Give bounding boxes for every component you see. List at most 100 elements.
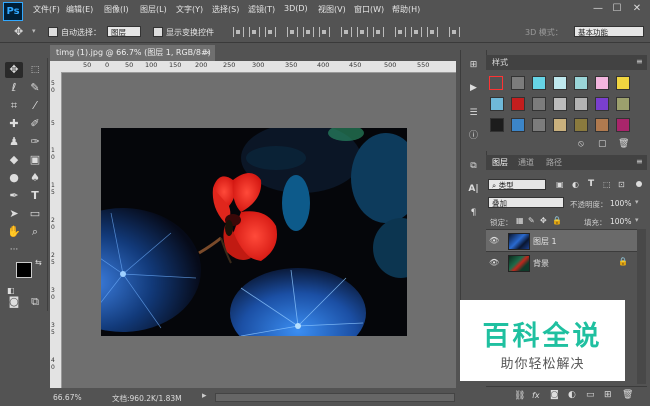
style-swatch[interactable] <box>595 97 609 111</box>
panel-menu-icon[interactable]: ≡ <box>636 157 643 166</box>
filter-pixel-icon[interactable]: ▣ <box>556 180 564 189</box>
folder-icon[interactable]: ▭ <box>586 390 595 400</box>
clear-style-icon[interactable]: ⦸ <box>578 139 584 149</box>
distribute-left-icon[interactable] <box>395 27 406 37</box>
tab-styles[interactable]: 样式 <box>492 56 508 69</box>
paragraph-panel-icon[interactable]: ¶ <box>467 207 480 220</box>
style-swatch[interactable] <box>532 76 546 90</box>
menu-layer[interactable]: 图层(L) <box>140 4 167 15</box>
tab-paths[interactable]: 路径 <box>546 156 562 169</box>
layer-name[interactable]: 图层 1 <box>533 236 557 247</box>
minimize-button[interactable]: — <box>591 2 605 16</box>
close-document-icon[interactable]: × <box>204 45 211 61</box>
close-window-button[interactable]: ✕ <box>630 2 644 16</box>
style-swatch[interactable] <box>616 118 630 132</box>
link-icon[interactable]: ⛓ <box>514 391 525 401</box>
horizontal-scrollbar[interactable] <box>215 393 455 402</box>
menu-3d[interactable]: 3D(D) <box>284 4 308 13</box>
align-bottom-icon[interactable] <box>265 27 276 37</box>
foreground-color-swatch[interactable] <box>16 262 32 278</box>
style-swatch[interactable] <box>490 118 504 132</box>
no-style-swatch[interactable] <box>489 76 503 90</box>
style-swatch[interactable] <box>616 76 630 90</box>
style-swatch[interactable] <box>532 118 546 132</box>
layer-name[interactable]: 背景 <box>533 258 549 269</box>
marquee-tool-icon[interactable]: ⬚ <box>26 62 44 78</box>
properties-panel-icon[interactable]: ☰ <box>467 107 480 120</box>
history-panel-icon[interactable]: ⊞ <box>467 59 480 72</box>
status-menu-icon[interactable]: ▸ <box>202 391 207 401</box>
rectangle-tool-icon[interactable]: ▭ <box>26 206 44 222</box>
delete-style-icon[interactable]: 🗑 <box>618 139 629 149</box>
style-swatch[interactable] <box>595 118 609 132</box>
layer-filter-dropdown[interactable]: ⌕ 类型 <box>488 179 546 190</box>
screen-mode-icon[interactable]: ⧉ <box>26 294 44 310</box>
maximize-button[interactable]: ☐ <box>610 2 624 16</box>
auto-select-dropdown[interactable]: 图层 <box>107 26 141 37</box>
style-swatch[interactable] <box>511 97 525 111</box>
mask-icon[interactable]: ◙ <box>550 390 559 400</box>
menu-help[interactable]: 帮助(H) <box>392 4 420 15</box>
style-swatch[interactable] <box>553 118 567 132</box>
workspace-dropdown[interactable]: 基本功能 <box>574 26 644 37</box>
quick-select-tool-icon[interactable]: ✎ <box>26 80 44 96</box>
filter-adjustment-icon[interactable]: ◐ <box>572 180 579 189</box>
swap-colors-icon[interactable]: ⇆ <box>35 258 42 267</box>
tab-channels[interactable]: 通道 <box>518 156 534 169</box>
visibility-eye-icon[interactable]: 👁 <box>489 258 499 267</box>
chevron-down-icon[interactable]: ▾ <box>635 216 639 224</box>
quick-mask-icon[interactable]: ◙ <box>5 294 23 310</box>
filter-type-icon[interactable]: T <box>588 179 594 189</box>
healing-brush-tool-icon[interactable]: ✚ <box>5 116 23 132</box>
pen-tool-icon[interactable]: ✒ <box>5 188 23 204</box>
style-swatch[interactable] <box>616 97 630 111</box>
fill-value[interactable]: 100% <box>610 217 631 226</box>
history-brush-tool-icon[interactable]: ✑ <box>26 134 44 150</box>
tab-layers[interactable]: 图层 <box>492 156 508 169</box>
menu-window[interactable]: 窗口(W) <box>354 4 384 15</box>
align-top-icon[interactable] <box>233 27 244 37</box>
style-swatch[interactable] <box>595 76 609 90</box>
align-hcenter-icon[interactable] <box>303 27 314 37</box>
lock-pixels-icon[interactable]: ✎ <box>528 216 535 225</box>
auto-align-icon[interactable] <box>449 27 460 37</box>
lock-transparent-icon[interactable]: ▦ <box>516 216 524 225</box>
menu-file[interactable]: 文件(F) <box>33 4 60 15</box>
zoom-tool-icon[interactable]: ⌕ <box>26 224 44 240</box>
distribute-bottom-icon[interactable] <box>373 27 384 37</box>
opacity-value[interactable]: 100% <box>610 199 631 208</box>
distribute-right-icon[interactable] <box>427 27 438 37</box>
clone-stamp-tool-icon[interactable]: ♟ <box>5 134 23 150</box>
align-vcenter-icon[interactable] <box>249 27 260 37</box>
show-transform-checkbox[interactable] <box>153 27 163 37</box>
panel-menu-icon[interactable]: ≡ <box>636 57 643 66</box>
style-swatch[interactable] <box>490 97 504 111</box>
eraser-tool-icon[interactable]: ◆ <box>5 152 23 168</box>
move-tool-icon[interactable]: ✥ <box>5 62 23 78</box>
more-tools-icon[interactable]: ··· <box>5 242 23 258</box>
gradient-tool-icon[interactable]: ▣ <box>26 152 44 168</box>
distribute-hcenter-icon[interactable] <box>411 27 422 37</box>
chevron-down-icon[interactable]: ▾ <box>635 198 639 206</box>
zoom-level[interactable]: 66.67% <box>53 393 82 402</box>
eyedropper-tool-icon[interactable]: ⁄ <box>26 98 44 114</box>
fx-icon[interactable]: fx <box>532 391 540 400</box>
trash-icon[interactable]: 🗑 <box>622 390 633 400</box>
new-layer-icon[interactable]: ⊞ <box>604 390 612 400</box>
crop-tool-icon[interactable]: ⌗ <box>5 98 23 114</box>
hand-tool-icon[interactable]: ✋ <box>5 224 23 240</box>
menu-edit[interactable]: 编辑(E) <box>66 4 93 15</box>
document-tab[interactable]: timg (1).jpg @ 66.7% (图层 1, RGB/8#) * × <box>50 45 215 73</box>
menu-select[interactable]: 选择(S) <box>212 4 239 15</box>
lock-position-icon[interactable]: ✥ <box>540 216 547 225</box>
style-swatch[interactable] <box>574 76 588 90</box>
layer-row[interactable]: 👁 图层 1 <box>486 229 637 251</box>
blur-tool-icon[interactable]: ● <box>5 170 23 186</box>
menu-view[interactable]: 视图(V) <box>318 4 346 15</box>
style-swatch[interactable] <box>532 97 546 111</box>
distribute-vcenter-icon[interactable] <box>357 27 368 37</box>
style-swatch[interactable] <box>553 97 567 111</box>
chevron-down-icon[interactable]: ▾ <box>32 27 36 35</box>
distribute-top-icon[interactable] <box>341 27 352 37</box>
info-panel-icon[interactable]: ⓘ <box>467 130 480 143</box>
